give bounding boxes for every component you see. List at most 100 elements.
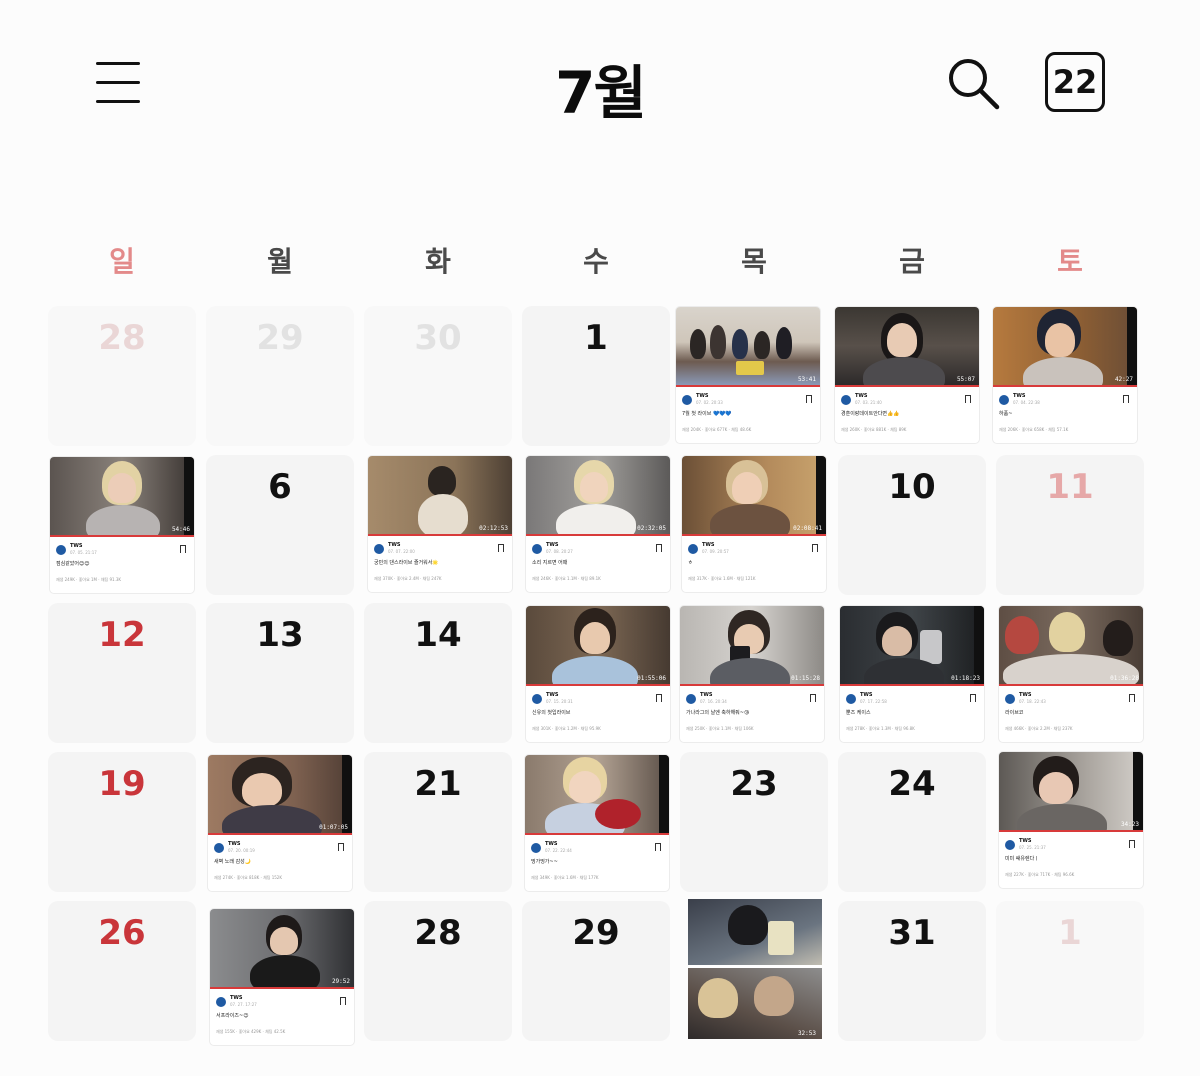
bookmark-icon[interactable] bbox=[180, 545, 186, 556]
post-caption: 하품~ bbox=[999, 411, 1013, 417]
live-post-card-25[interactable]: 34:23 TWS 07. 25. 21:37 미미 쌔유렌다ㅣ 재생 227K · … bbox=[999, 752, 1143, 888]
live-thumbnail: 32:53 bbox=[688, 965, 822, 1039]
channel-avatar bbox=[841, 395, 851, 405]
channel-name: TWS bbox=[1013, 393, 1026, 399]
live-post-card-22[interactable]: TWS 07. 22. 22:44 띵가띵가~~ 재생 349K · 좋아요 1.6M… bbox=[525, 755, 669, 891]
bookmark-icon[interactable] bbox=[1123, 395, 1129, 406]
live-thumbnail: 02:12:53 bbox=[368, 456, 512, 536]
post-date: 07. 09. 20:57 bbox=[702, 549, 729, 554]
live-post-card-17[interactable]: 01:18:23 TWS 07. 17. 22:58 뿐즈 케이스 재생 278K ·… bbox=[840, 606, 984, 742]
channel-avatar bbox=[686, 694, 696, 704]
bookmark-icon[interactable] bbox=[656, 694, 662, 705]
day-cell-19[interactable]: 19 bbox=[48, 752, 196, 892]
bookmark-icon[interactable] bbox=[970, 694, 976, 705]
bookmark-icon[interactable] bbox=[338, 843, 344, 854]
live-post-card-15[interactable]: 01:55:06 TWS 07. 15. 20:31 신유의 첫입라이브 재생 301… bbox=[526, 606, 670, 742]
channel-name: TWS bbox=[1019, 692, 1032, 698]
post-caption: 궁민의 댄스라이브 즐거워서🌟 bbox=[374, 560, 439, 566]
day-number: 26 bbox=[98, 913, 146, 953]
bookmark-icon[interactable] bbox=[806, 395, 812, 406]
day-cell-prev-28[interactable]: 28 bbox=[48, 306, 196, 446]
channel-avatar bbox=[999, 395, 1009, 405]
day-number: 23 bbox=[730, 764, 778, 804]
day-cell-prev-30[interactable]: 30 bbox=[364, 306, 512, 446]
duration-label: 53:41 bbox=[797, 376, 816, 383]
day-number: 29 bbox=[572, 913, 620, 953]
day-cell-6[interactable]: 6 bbox=[206, 455, 354, 595]
live-post-card-7[interactable]: 02:12:53 TWS 07. 07. 22:00 궁민의 댄스라이브 즐거워서🌟… bbox=[368, 456, 512, 592]
day-cell-11[interactable]: 11 bbox=[996, 455, 1144, 595]
channel-name: TWS bbox=[702, 542, 715, 548]
day-number: 28 bbox=[414, 913, 462, 953]
live-post-card-9[interactable]: 02:08:41 TWS 07. 09. 20:57 ㅎ 재생 317K · 좋아요 … bbox=[682, 456, 826, 592]
bookmark-icon[interactable] bbox=[810, 694, 816, 705]
channel-name: TWS bbox=[1019, 838, 1032, 844]
post-caption: 소리 지르면 어때 bbox=[532, 560, 568, 566]
post-date: 07. 16. 20:34 bbox=[700, 699, 727, 704]
live-thumbnail: 34:23 bbox=[999, 752, 1143, 832]
bookmark-icon[interactable] bbox=[340, 997, 346, 1008]
post-stats: 재생 249K · 좋아요 1M · 채팅 91.3K bbox=[56, 577, 121, 582]
duration-label: 02:32:05 bbox=[637, 525, 666, 532]
channel-avatar bbox=[532, 544, 542, 554]
channel-avatar bbox=[1005, 840, 1015, 850]
bookmark-icon[interactable] bbox=[498, 544, 504, 555]
day-cell-13[interactable]: 13 bbox=[206, 603, 354, 743]
live-post-card-18[interactable]: 01:36:28 TWS 07. 18. 22:43 라이브코 재생 466K · 좋… bbox=[999, 606, 1143, 742]
post-date: 07. 27. 17:27 bbox=[230, 1002, 257, 1007]
bookmark-icon[interactable] bbox=[655, 843, 661, 854]
day-number: 11 bbox=[1046, 467, 1094, 507]
day-cell-31[interactable]: 31 bbox=[838, 901, 986, 1041]
channel-name: TWS bbox=[546, 692, 559, 698]
day-cell-29[interactable]: 29 bbox=[522, 901, 670, 1041]
live-post-card-4[interactable]: 42:27 TWS 07. 04. 22:38 하품~ 재생 206K · 좋아요 6… bbox=[993, 307, 1137, 443]
day-cell-14[interactable]: 14 bbox=[364, 603, 512, 743]
channel-name: TWS bbox=[545, 841, 558, 847]
live-post-card-3[interactable]: 55:07 TWS 07. 03. 21:40 경훈이랑데이트안다면👍👍 재생 260… bbox=[835, 307, 979, 443]
post-caption: 점심같았어😊😊 bbox=[56, 561, 90, 567]
day-cell-23[interactable]: 23 bbox=[680, 752, 828, 892]
post-stats: 재생 260K · 좋아요 881K · 채팅 89K bbox=[841, 427, 907, 432]
live-thumbnail-stack-30[interactable]: 32:53 bbox=[688, 899, 822, 1039]
day-cell-24[interactable]: 24 bbox=[838, 752, 986, 892]
post-date: 07. 18. 22:43 bbox=[1019, 699, 1046, 704]
bookmark-icon[interactable] bbox=[965, 395, 971, 406]
bookmark-icon[interactable] bbox=[1129, 840, 1135, 851]
post-date: 07. 02. 20:33 bbox=[696, 400, 723, 405]
live-thumbnail: 53:41 bbox=[676, 307, 820, 387]
post-stats: 재생 278K · 좋아요 1.3M · 채팅 96.8K bbox=[846, 726, 915, 731]
day-cell-12[interactable]: 12 bbox=[48, 603, 196, 743]
bookmark-icon[interactable] bbox=[656, 544, 662, 555]
post-caption: 라이브코 bbox=[1005, 710, 1024, 716]
channel-name: TWS bbox=[70, 543, 83, 549]
live-post-card-16[interactable]: 01:15:28 TWS 07. 16. 20:34 가나라그의 날엔 축하해줘~😘… bbox=[680, 606, 824, 742]
day-cell-prev-29[interactable]: 29 bbox=[206, 306, 354, 446]
post-date: 07. 22. 22:44 bbox=[545, 848, 572, 853]
bookmark-icon[interactable] bbox=[1129, 694, 1135, 705]
duration-label: 01:07:05 bbox=[319, 824, 348, 831]
duration-label: 34:23 bbox=[1120, 821, 1139, 828]
live-post-card-5[interactable]: 54:46 TWS 07. 05. 21:17 점심같았어😊😊 재생 249K · 좋… bbox=[50, 457, 194, 593]
day-cell-28[interactable]: 28 bbox=[364, 901, 512, 1041]
day-cell-26[interactable]: 26 bbox=[48, 901, 196, 1041]
bookmark-icon[interactable] bbox=[812, 544, 818, 555]
calendar-grid: 28 29 30 1 53:41 TWS 07. 02. 20:33 7월 첫 라이… bbox=[0, 0, 1200, 1076]
day-cell-10[interactable]: 10 bbox=[838, 455, 986, 595]
live-post-card-2[interactable]: 53:41 TWS 07. 02. 20:33 7월 첫 라이브 💙💙💙 재생 204… bbox=[676, 307, 820, 443]
duration-label: 54:46 bbox=[171, 526, 190, 533]
live-post-card-27[interactable]: 29:52 TWS 07. 27. 17:27 서프라이즈~😉 재생 155K · 좋… bbox=[210, 909, 354, 1045]
post-stats: 재생 227K · 좋아요 717K · 채팅 96.6K bbox=[1005, 872, 1075, 877]
post-stats: 재생 466K · 좋아요 2.2M · 채팅 237K bbox=[1005, 726, 1073, 731]
channel-name: TWS bbox=[855, 393, 868, 399]
channel-name: TWS bbox=[696, 393, 709, 399]
channel-avatar bbox=[846, 694, 856, 704]
duration-label: 29:52 bbox=[331, 978, 350, 985]
live-post-card-20[interactable]: 01:07:05 TWS 07. 20. 00:19 새벽 노래 감성🌙 재생 274… bbox=[208, 755, 352, 891]
day-cell-21[interactable]: 21 bbox=[364, 752, 512, 892]
post-date: 07. 25. 21:37 bbox=[1019, 845, 1046, 850]
day-cell-next-1[interactable]: 1 bbox=[996, 901, 1144, 1041]
day-cell-1[interactable]: 1 bbox=[522, 306, 670, 446]
live-post-card-8[interactable]: 02:32:05 TWS 07. 08. 20:27 소리 지르면 어때 재생 246… bbox=[526, 456, 670, 592]
channel-name: TWS bbox=[388, 542, 401, 548]
duration-label: 02:08:41 bbox=[793, 525, 822, 532]
